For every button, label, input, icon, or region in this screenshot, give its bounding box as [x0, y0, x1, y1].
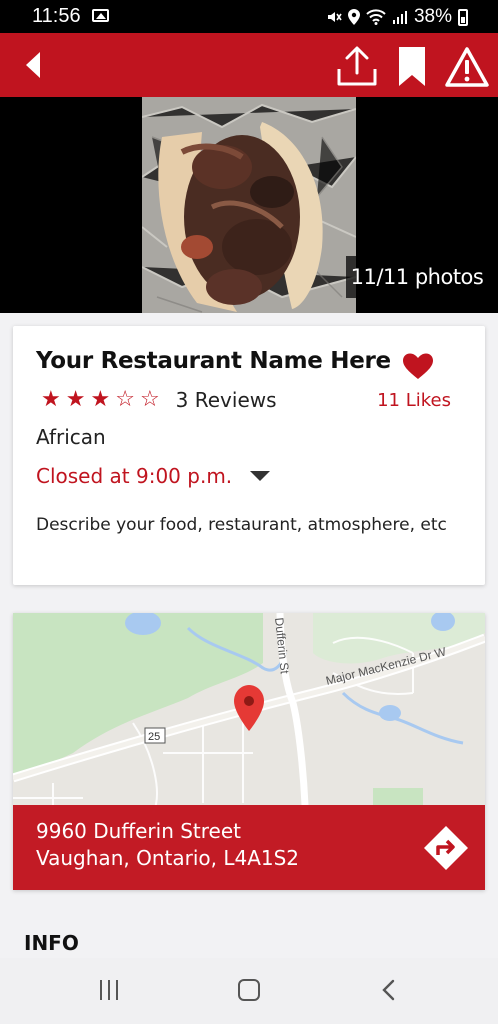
- mute-icon: [327, 12, 342, 22]
- star-filled-icon: ★: [65, 387, 86, 412]
- food-photo[interactable]: [142, 97, 356, 313]
- battery-icon: [458, 8, 468, 26]
- star-empty-icon: ☆: [115, 387, 135, 412]
- directions-icon[interactable]: [423, 825, 469, 871]
- home-icon[interactable]: [238, 979, 260, 1001]
- back-icon[interactable]: [18, 47, 54, 83]
- rating-row[interactable]: ★ ★ ★ ☆ ☆ 3 Reviews: [41, 388, 277, 413]
- route-badge-25: 25: [148, 731, 160, 743]
- app-bar: [0, 33, 498, 97]
- location-icon: [347, 9, 360, 25]
- star-filled-icon: ★: [41, 387, 61, 412]
- hours-row[interactable]: Closed at 9:00 p.m.: [36, 464, 271, 488]
- cuisine-type: African: [36, 425, 106, 449]
- reviews-count[interactable]: 3 Reviews: [176, 388, 277, 412]
- map-card[interactable]: Dufferin St Major MacKenzie Dr W 25 9960…: [13, 613, 485, 890]
- system-nav-bar: [0, 958, 498, 1024]
- status-time: 11:56: [32, 5, 81, 27]
- nav-back-icon[interactable]: [379, 978, 399, 1002]
- status-indicators: 38%: [326, 6, 468, 28]
- battery-level: 38%: [413, 6, 452, 27]
- address-street: 9960 Dufferin Street: [36, 819, 241, 843]
- signal-icon: [392, 11, 407, 24]
- restaurant-description: Describe your food, restaurant, atmosphe…: [36, 515, 447, 535]
- report-icon[interactable]: [444, 45, 490, 89]
- heart-icon[interactable]: [402, 352, 434, 380]
- star-empty-icon: ☆: [139, 387, 160, 412]
- info-section-title: INFO: [24, 931, 79, 955]
- recents-icon[interactable]: [100, 980, 122, 1000]
- bookmark-icon[interactable]: [396, 45, 428, 89]
- hours-status[interactable]: Closed at 9:00 p.m.: [36, 464, 232, 488]
- address-city: Vaughan, Ontario, L4A1S2: [36, 846, 300, 870]
- star-filled-icon: ★: [90, 387, 111, 412]
- chevron-down-icon[interactable]: [250, 471, 271, 481]
- status-bar: 11:56 38%: [0, 0, 498, 33]
- share-icon[interactable]: [333, 45, 381, 89]
- restaurant-name: Your Restaurant Name Here: [36, 348, 391, 374]
- address-bar[interactable]: 9960 Dufferin Street Vaughan, Ontario, L…: [13, 805, 485, 890]
- wifi-icon: [366, 9, 386, 25]
- likes-count: 11 Likes: [377, 390, 451, 411]
- gallery-icon: [92, 9, 109, 22]
- star-rating: ★ ★ ★ ☆ ☆: [41, 388, 160, 412]
- restaurant-info-card: Your Restaurant Name Here ★ ★ ★ ☆ ☆ 3 Review…: [13, 326, 485, 585]
- photo-count: 11/11 photos: [346, 256, 488, 298]
